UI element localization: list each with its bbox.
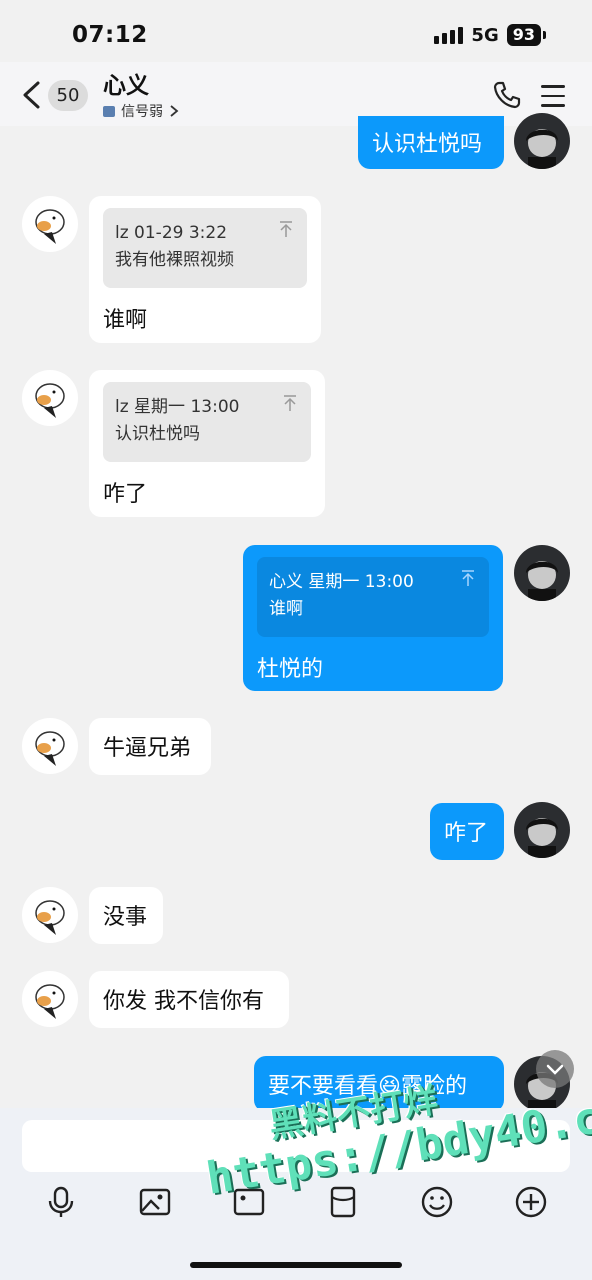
message-text: 咋了	[444, 821, 489, 846]
network-type: 5G	[471, 24, 499, 46]
battery-icon	[543, 31, 546, 39]
emoji-icon[interactable]	[420, 1185, 454, 1219]
quote-meta: lz 01-29 3:22	[115, 223, 228, 243]
red-packet-icon[interactable]	[326, 1185, 360, 1219]
contact-avatar[interactable]	[22, 196, 78, 252]
plus-icon[interactable]	[514, 1185, 548, 1219]
my-avatar[interactable]	[514, 113, 570, 169]
quoted-message[interactable]: lz 01-29 3:22 我有他裸照视频	[103, 208, 307, 288]
quote-meta: 心义 星期一 13:00	[269, 572, 414, 592]
duck-sticker-icon	[35, 900, 65, 935]
back-icon[interactable]	[20, 80, 44, 110]
jump-to-quote-icon[interactable]	[283, 394, 297, 412]
duck-sticker-icon	[35, 209, 65, 244]
message-bubble-out[interactable]: 心义 星期一 13:00 谁啊 杜悦的	[243, 545, 503, 691]
message-bubble-in[interactable]: 没事	[89, 887, 163, 944]
connection-status[interactable]: 信号弱	[103, 101, 179, 121]
message-bubble-out[interactable]: 认识杜悦吗	[358, 116, 504, 169]
quote-text: 谁啊	[269, 599, 303, 619]
message-bubble-in[interactable]: 牛逼兄弟	[89, 718, 211, 775]
message-bubble-in[interactable]: lz 01-29 3:22 我有他裸照视频 谁啊	[89, 196, 321, 343]
more-menu-icon[interactable]	[541, 85, 565, 107]
dark-hair-portrait-icon	[526, 561, 558, 601]
jump-to-quote-icon[interactable]	[461, 569, 475, 587]
quoted-message[interactable]: 心义 星期一 13:00 谁啊	[257, 557, 489, 637]
battery-level: 93	[506, 24, 541, 46]
quote-text: 认识杜悦吗	[115, 424, 200, 444]
contact-avatar[interactable]	[22, 370, 78, 426]
duck-sticker-icon	[35, 383, 65, 418]
contact-avatar[interactable]	[22, 971, 78, 1027]
status-time: 07:12	[72, 22, 148, 48]
status-indicators: 5G 93	[434, 24, 546, 46]
duck-sticker-icon	[35, 984, 65, 1019]
unread-count-badge[interactable]: 50	[48, 80, 88, 111]
dark-hair-portrait-icon	[526, 818, 558, 858]
connection-status-text: 信号弱	[121, 104, 163, 120]
message-text: 认识杜悦吗	[372, 132, 483, 157]
phone-call-icon[interactable]	[492, 80, 522, 110]
quote-meta: lz 星期一 13:00	[115, 397, 240, 417]
quote-text: 我有他裸照视频	[115, 250, 234, 270]
dark-hair-portrait-icon	[526, 129, 558, 169]
message-text: 没事	[103, 905, 148, 930]
message-text: 牛逼兄弟	[103, 736, 192, 761]
contact-avatar[interactable]	[22, 887, 78, 943]
my-avatar[interactable]	[514, 545, 570, 601]
jump-to-quote-icon[interactable]	[279, 220, 293, 238]
contact-name[interactable]: 心义	[103, 66, 149, 100]
contact-avatar[interactable]	[22, 718, 78, 774]
chevron-right-icon	[170, 105, 179, 117]
microphone-icon[interactable]	[44, 1185, 78, 1219]
my-avatar[interactable]	[514, 802, 570, 858]
duck-sticker-icon	[35, 731, 65, 766]
cellular-signal-icon	[434, 26, 464, 44]
image-icon[interactable]	[138, 1185, 172, 1219]
message-text: 你发 我不信你有	[103, 989, 264, 1014]
message-bubble-out[interactable]: 咋了	[430, 803, 504, 860]
weak-signal-icon	[103, 105, 115, 117]
message-text: 咋了	[103, 482, 148, 507]
message-bubble-in[interactable]: lz 星期一 13:00 认识杜悦吗 咋了	[89, 370, 325, 517]
message-text: 杜悦的	[257, 657, 324, 682]
home-indicator[interactable]	[190, 1262, 402, 1268]
quoted-message[interactable]: lz 星期一 13:00 认识杜悦吗	[103, 382, 311, 462]
message-bubble-in[interactable]: 你发 我不信你有	[89, 971, 289, 1028]
message-text: 谁啊	[103, 308, 148, 333]
